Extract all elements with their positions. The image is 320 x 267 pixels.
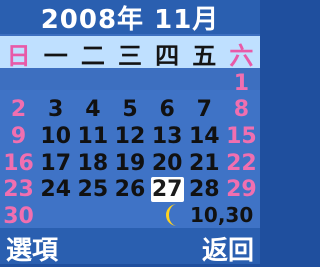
day-cell[interactable]: 10 bbox=[37, 123, 74, 150]
calendar-screen: 2008年 11月 日 一 二 三 四 五 六 1 2 3 4 5 6 7 8 9 10 11 12 1… bbox=[0, 0, 260, 267]
empty-cell bbox=[0, 70, 37, 97]
crescent-moon-icon bbox=[166, 204, 177, 226]
day-cell[interactable]: 6 bbox=[149, 97, 186, 124]
day-cell[interactable]: 16 bbox=[0, 150, 37, 177]
day-cell[interactable]: 8 bbox=[223, 97, 260, 124]
empty-cell bbox=[37, 203, 74, 230]
weekday-thu: 四 bbox=[155, 42, 180, 70]
weekday-mon: 一 bbox=[43, 42, 68, 70]
weekday-wed: 三 bbox=[117, 42, 142, 70]
day-cell[interactable]: 2 bbox=[0, 97, 37, 124]
day-cell[interactable]: 23 bbox=[0, 176, 37, 203]
day-cell[interactable]: 9 bbox=[0, 123, 37, 150]
weekday-tue: 二 bbox=[80, 42, 105, 70]
options-softkey[interactable]: 選項 bbox=[6, 230, 58, 267]
weekday-sun: 日 bbox=[6, 42, 31, 70]
day-cell[interactable]: 21 bbox=[186, 150, 223, 177]
day-cell[interactable]: 12 bbox=[111, 123, 148, 150]
day-cell[interactable]: 30 bbox=[0, 203, 37, 230]
weekday-header: 日 一 二 三 四 五 六 bbox=[0, 36, 260, 70]
day-cell[interactable]: 1 bbox=[223, 70, 260, 97]
day-cell[interactable]: 19 bbox=[111, 150, 148, 177]
day-cell[interactable]: 15 bbox=[223, 123, 260, 150]
day-cell[interactable]: 24 bbox=[37, 176, 74, 203]
empty-cell bbox=[186, 70, 223, 97]
softkey-bar: 選項 返回 bbox=[0, 230, 260, 267]
empty-cell bbox=[74, 70, 111, 97]
weekday-fri: 五 bbox=[192, 42, 217, 70]
day-cell[interactable]: 17 bbox=[37, 150, 74, 177]
empty-cell bbox=[74, 203, 111, 230]
day-cell[interactable]: 14 bbox=[186, 123, 223, 150]
day-cell[interactable]: 11 bbox=[74, 123, 111, 150]
day-cell[interactable]: 18 bbox=[74, 150, 111, 177]
day-cell[interactable]: 28 bbox=[186, 176, 223, 203]
day-cell[interactable]: 25 bbox=[74, 176, 111, 203]
day-cell[interactable]: 5 bbox=[111, 97, 148, 124]
weekday-sat: 六 bbox=[229, 42, 254, 70]
day-cell[interactable]: 20 bbox=[149, 150, 186, 177]
lunar-info: 10,30 bbox=[162, 200, 260, 230]
lunar-date: 10,30 bbox=[190, 203, 254, 227]
empty-cell bbox=[111, 70, 148, 97]
day-cell-today[interactable]: 27 bbox=[150, 177, 184, 202]
day-cell[interactable]: 29 bbox=[223, 176, 260, 203]
month-title: 2008年 11月 bbox=[40, 4, 220, 35]
day-cell[interactable]: 4 bbox=[74, 97, 111, 124]
empty-cell bbox=[149, 70, 186, 97]
day-cell[interactable]: 26 bbox=[111, 176, 148, 203]
day-cell[interactable]: 3 bbox=[37, 97, 74, 124]
empty-cell bbox=[37, 70, 74, 97]
empty-cell bbox=[111, 203, 148, 230]
day-cell[interactable]: 22 bbox=[223, 150, 260, 177]
day-cell[interactable]: 13 bbox=[149, 123, 186, 150]
day-cell[interactable]: 7 bbox=[186, 97, 223, 124]
back-softkey[interactable]: 返回 bbox=[202, 230, 254, 267]
